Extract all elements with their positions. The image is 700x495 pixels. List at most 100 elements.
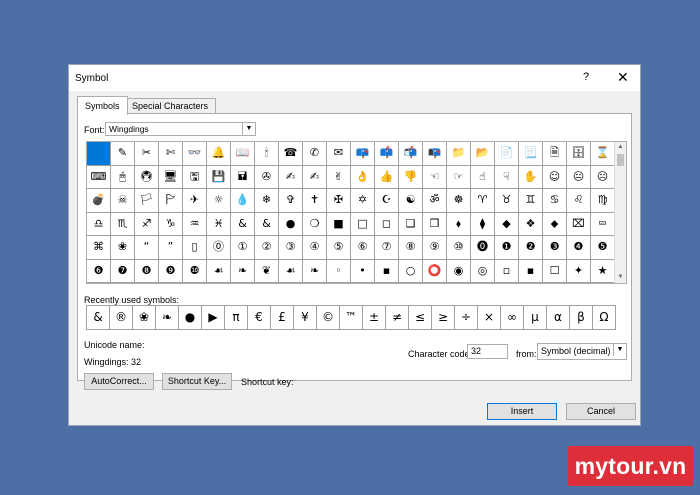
- symbol-cell[interactable]: 😐: [567, 165, 591, 189]
- recent-symbol-cell[interactable]: ¥: [294, 306, 317, 330]
- symbol-cell[interactable]: 📬: [399, 142, 423, 166]
- symbol-cell[interactable]: ❍: [303, 212, 327, 236]
- symbol-cell[interactable]: ☠: [111, 189, 135, 213]
- symbol-cell[interactable]: 🖫: [183, 165, 207, 189]
- recent-symbol-cell[interactable]: ÷: [455, 306, 478, 330]
- symbol-cell[interactable]: ⑧: [399, 236, 423, 260]
- symbol-cell[interactable]: 👎: [399, 165, 423, 189]
- font-dropdown[interactable]: Wingdings ▼: [105, 122, 256, 136]
- tab-special-characters[interactable]: Special Characters: [124, 98, 217, 114]
- symbol-cell[interactable]: ॐ: [423, 189, 447, 213]
- symbol-cell[interactable]: ▪: [519, 259, 543, 283]
- symbol-cell[interactable]: ◎: [471, 259, 495, 283]
- chevron-down-icon[interactable]: ▼: [613, 344, 626, 356]
- recent-symbol-cell[interactable]: ®: [110, 306, 133, 330]
- recent-symbol-cell[interactable]: π: [225, 306, 248, 330]
- symbol-cell[interactable]: ☺: [543, 165, 567, 189]
- symbol-cell[interactable]: ⮹: [591, 212, 615, 236]
- symbol-cell[interactable]: ①: [231, 236, 255, 260]
- symbol-cell[interactable]: □: [351, 212, 375, 236]
- tab-symbols[interactable]: Symbols: [77, 96, 128, 115]
- symbol-cell[interactable]: ❧: [303, 259, 327, 283]
- symbol-cell[interactable]: ☜: [423, 165, 447, 189]
- symbol-cell[interactable]: ☞: [447, 165, 471, 189]
- symbol-cell[interactable]: •: [351, 259, 375, 283]
- symbol-cell[interactable]: ☟: [495, 165, 519, 189]
- symbol-cell[interactable]: ✄: [159, 142, 183, 166]
- recent-symbol-cell[interactable]: &: [87, 306, 110, 330]
- scroll-up-icon[interactable]: ▲: [615, 142, 626, 153]
- symbol-cell[interactable]: ♑: [159, 212, 183, 236]
- symbol-cell[interactable]: ▫: [495, 259, 519, 283]
- symbol-cell[interactable]: ✠: [327, 189, 351, 213]
- symbol-cell[interactable]: ◻: [375, 212, 399, 236]
- symbol-cell[interactable]: ⧫: [471, 212, 495, 236]
- symbol-cell[interactable]: [87, 142, 111, 166]
- grid-scrollbar[interactable]: ▲ ▼: [614, 142, 626, 283]
- symbol-cell[interactable]: ✋: [519, 165, 543, 189]
- symbol-cell[interactable]: ▪: [375, 259, 399, 283]
- recent-symbol-cell[interactable]: ●: [179, 306, 202, 330]
- symbol-cell[interactable]: ☙: [207, 259, 231, 283]
- symbol-cell[interactable]: ◉: [447, 259, 471, 283]
- recent-symbol-cell[interactable]: Ω: [593, 306, 616, 330]
- symbol-cell[interactable]: ✞: [279, 189, 303, 213]
- symbol-cell[interactable]: ♍: [591, 189, 615, 213]
- symbol-cell[interactable]: ”: [159, 236, 183, 260]
- symbol-cell[interactable]: ⌧: [567, 212, 591, 236]
- symbol-cell[interactable]: ⬧: [447, 212, 471, 236]
- symbol-cell[interactable]: ♎: [87, 212, 111, 236]
- symbol-cell[interactable]: ☙: [279, 259, 303, 283]
- symbol-cell[interactable]: ④: [303, 236, 327, 260]
- recent-symbol-cell[interactable]: ±: [363, 306, 386, 330]
- recent-symbol-cell[interactable]: £: [271, 306, 294, 330]
- symbol-cell[interactable]: ☪: [375, 189, 399, 213]
- symbol-cell[interactable]: ■: [327, 212, 351, 236]
- symbol-cell[interactable]: ✇: [255, 165, 279, 189]
- symbol-cell[interactable]: 🕯: [255, 142, 279, 166]
- recent-symbol-cell[interactable]: ≠: [386, 306, 409, 330]
- symbol-cell[interactable]: ●: [279, 212, 303, 236]
- autocorrect-button[interactable]: AutoCorrect...: [84, 373, 154, 390]
- symbol-cell[interactable]: ☸: [447, 189, 471, 213]
- symbol-cell[interactable]: ☼: [207, 189, 231, 213]
- symbol-cell[interactable]: ★: [591, 259, 615, 283]
- recent-symbol-cell[interactable]: α: [547, 306, 570, 330]
- insert-button[interactable]: Insert: [487, 403, 557, 420]
- symbol-cell[interactable]: ♌: [567, 189, 591, 213]
- symbol-cell[interactable]: ♏: [111, 212, 135, 236]
- symbol-cell[interactable]: ❽: [135, 259, 159, 283]
- symbol-cell[interactable]: ⑤: [327, 236, 351, 260]
- symbol-cell[interactable]: ✍: [279, 165, 303, 189]
- symbol-cell[interactable]: ☹: [591, 165, 615, 189]
- symbol-cell[interactable]: ♓: [207, 212, 231, 236]
- symbol-cell[interactable]: ⑥: [351, 236, 375, 260]
- symbol-cell[interactable]: ❿: [183, 259, 207, 283]
- symbol-cell[interactable]: ✉: [327, 142, 351, 166]
- symbol-cell[interactable]: ⌨: [87, 165, 111, 189]
- recent-symbol-cell[interactable]: β: [570, 306, 593, 330]
- symbol-cell[interactable]: 💾: [207, 165, 231, 189]
- symbol-cell[interactable]: “: [135, 236, 159, 260]
- character-code-input[interactable]: 32: [467, 344, 508, 359]
- symbol-cell[interactable]: ❻: [87, 259, 111, 283]
- symbol-cell[interactable]: 🗎: [543, 142, 567, 166]
- close-button[interactable]: ✕: [617, 69, 629, 86]
- symbol-cell[interactable]: 📃: [519, 142, 543, 166]
- symbol-cell[interactable]: ◆: [495, 212, 519, 236]
- recent-symbol-cell[interactable]: €: [248, 306, 271, 330]
- symbol-cell[interactable]: ❶: [495, 236, 519, 260]
- symbol-cell[interactable]: ❼: [111, 259, 135, 283]
- recent-symbol-cell[interactable]: ▶: [202, 306, 225, 330]
- scroll-down-icon[interactable]: ▼: [615, 272, 626, 283]
- symbol-cell[interactable]: 📫: [375, 142, 399, 166]
- symbol-cell[interactable]: ❺: [591, 236, 615, 260]
- symbol-cell[interactable]: ⑩: [447, 236, 471, 260]
- symbol-cell[interactable]: ✈: [183, 189, 207, 213]
- symbol-cell[interactable]: ☝: [471, 165, 495, 189]
- recent-symbol-cell[interactable]: ❀: [133, 306, 156, 330]
- recent-symbol-cell[interactable]: ™: [340, 306, 363, 330]
- symbol-cell[interactable]: ❒: [423, 212, 447, 236]
- symbol-cell[interactable]: 🖬: [231, 165, 255, 189]
- symbol-cell[interactable]: ☎: [279, 142, 303, 166]
